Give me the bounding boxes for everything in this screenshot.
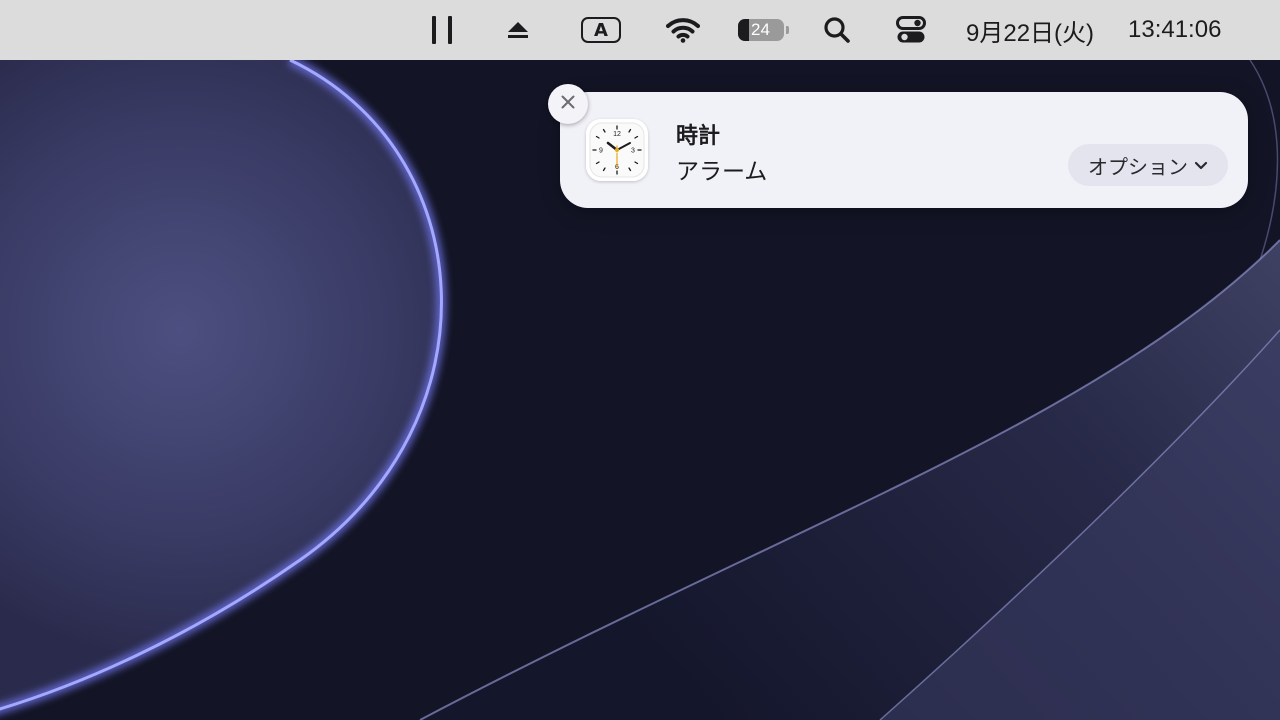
battery-percent: 24 — [751, 20, 770, 39]
input-source-icon[interactable]: A — [579, 0, 623, 60]
clock-numeral-12: 12 — [613, 131, 621, 138]
notification-app-name: 時計 — [676, 124, 721, 149]
clock-app-icon: 12 3 6 9 — [586, 119, 648, 181]
notification-banner[interactable]: 12 3 6 9 時計 アラーム オプション — [560, 92, 1248, 208]
wifi-icon[interactable] — [664, 0, 702, 60]
close-button[interactable] — [548, 84, 588, 124]
control-center-icon[interactable] — [894, 0, 928, 60]
time-text: 13:41:06 — [1128, 16, 1222, 43]
chevron-down-icon — [1194, 156, 1208, 175]
menubar-date[interactable]: 9月22日(火) — [966, 0, 1094, 60]
eject-icon[interactable] — [502, 0, 534, 60]
input-method-label: A — [581, 17, 621, 43]
menu-bar: A 24 9月22日(火) 13:41:06 — [0, 0, 1280, 60]
battery-icon[interactable]: 24 — [736, 0, 790, 60]
clock-face: 12 3 6 9 — [586, 119, 648, 181]
search-icon[interactable] — [820, 0, 854, 60]
battery-cap — [785, 26, 789, 34]
battery-body: 24 — [737, 19, 784, 41]
options-button[interactable]: オプション — [1068, 144, 1228, 186]
notification-message: アラーム — [676, 159, 768, 185]
date-text: 9月22日(火) — [966, 19, 1095, 47]
pause-icon[interactable] — [426, 0, 458, 60]
menubar-clock[interactable]: 13:41:06 — [1128, 0, 1221, 60]
close-icon — [560, 94, 576, 114]
options-label: オプション — [1088, 154, 1188, 179]
clock-numeral-9: 9 — [599, 148, 603, 155]
clock-numeral-3: 3 — [631, 148, 635, 155]
